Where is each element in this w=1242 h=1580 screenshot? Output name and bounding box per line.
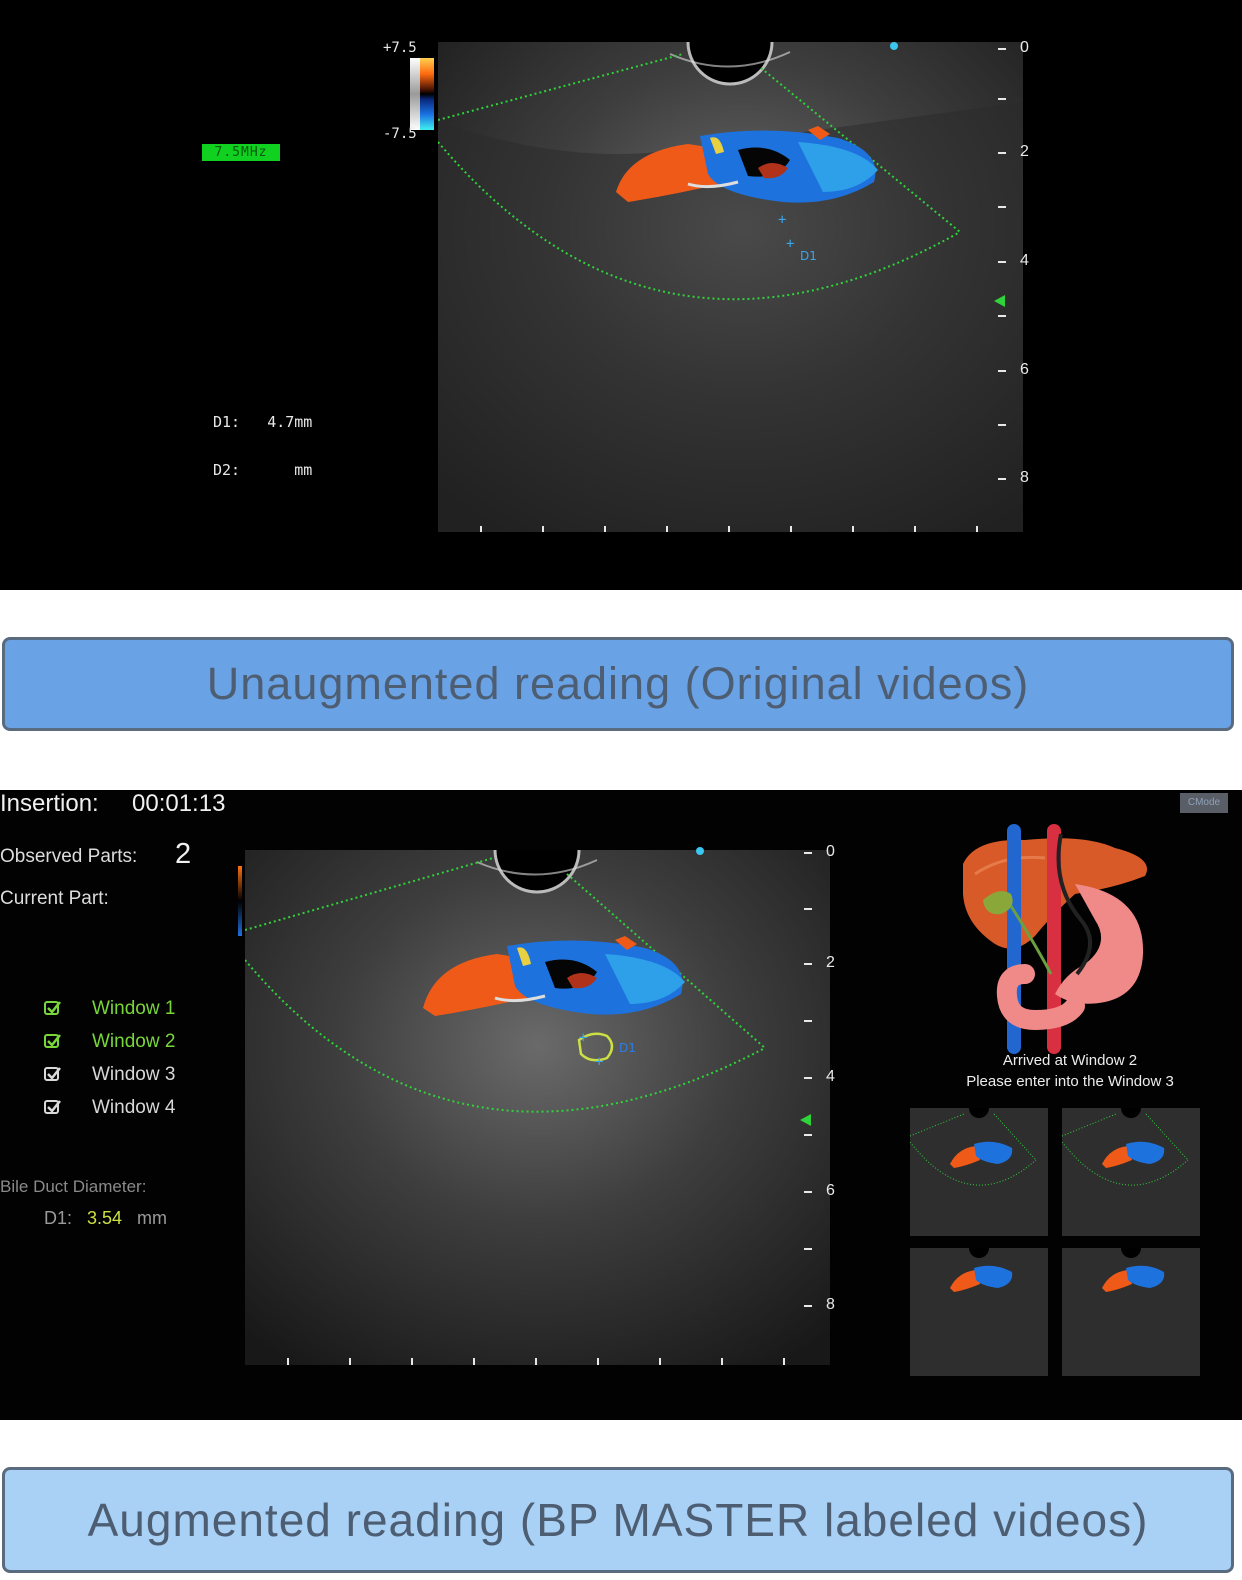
depth-tick	[998, 315, 1006, 317]
window-thumbnail-1[interactable]	[910, 1108, 1048, 1236]
insertion-time: 00:01:13	[132, 790, 226, 817]
depth-tick	[804, 1077, 812, 1079]
depth-tick	[998, 48, 1006, 50]
bile-duct-label: Bile Duct Diameter:	[0, 1177, 147, 1196]
depth-tick	[998, 478, 1006, 480]
window-thumbnail-2[interactable]	[1062, 1108, 1200, 1236]
depth-tick	[998, 98, 1006, 100]
scale-max-label: +7.5	[383, 40, 417, 56]
svg-text:+: +	[786, 236, 794, 252]
status-dot-icon	[696, 847, 704, 855]
prompt-line-2: Please enter into the Window 3	[966, 1073, 1174, 1090]
insertion-label: Insertion:	[0, 790, 99, 817]
original-video-panel: + + D1 7.5MHz +7.5 -7.5 D1: 4.7mm D2: mm…	[0, 0, 1242, 590]
depth-tick	[804, 1134, 812, 1136]
check-square-icon	[44, 1100, 61, 1114]
prompt-line-1: Arrived at Window 2	[1002, 1052, 1138, 1069]
d1-unit: mm	[137, 1208, 167, 1228]
d1-label: D1:	[213, 413, 241, 431]
depth-label-4: 4	[826, 1068, 835, 1085]
depth-tick	[804, 1020, 812, 1022]
ultrasound-scan: + + D1	[245, 850, 830, 1365]
depth-tick	[804, 1305, 812, 1307]
focus-marker-icon	[994, 295, 1005, 307]
depth-tick	[804, 908, 812, 910]
ultrasound-scan: + + D1	[438, 42, 1023, 532]
augmented-video-panel: Insertion: 00:01:13 Observed Parts: 2 Cu…	[0, 790, 1242, 1420]
ultrasound-image: + + D1	[245, 850, 830, 1365]
unaugmented-caption: Unaugmented reading (Original videos)	[2, 637, 1234, 731]
depth-label-0: 0	[1020, 39, 1029, 56]
svg-text:+: +	[778, 212, 786, 228]
d2-label: D2:	[213, 461, 241, 479]
d1-label: D1:	[44, 1208, 73, 1228]
d2-value: mm	[294, 461, 313, 479]
depth-label-2: 2	[1020, 143, 1029, 160]
window-label: Window 1	[92, 998, 176, 1019]
window-thumbnail-4[interactable]	[1062, 1248, 1200, 1376]
window-label: Window 4	[92, 1097, 176, 1118]
window-label: Window 2	[92, 1031, 176, 1052]
depth-label-0: 0	[826, 843, 835, 860]
depth-label-8: 8	[826, 1296, 835, 1313]
depth-label-8: 8	[1020, 469, 1029, 486]
depth-tick	[804, 1191, 812, 1193]
svg-text:+: +	[595, 1054, 603, 1070]
marker-d1-label: D1	[619, 1041, 636, 1055]
augmented-caption: Augmented reading (BP MASTER labeled vid…	[2, 1467, 1234, 1573]
window-thumbnail-3[interactable]	[910, 1248, 1048, 1376]
depth-tick	[804, 963, 812, 965]
current-part-label: Current Part:	[0, 888, 109, 909]
color-scale-bar	[238, 866, 242, 936]
svg-text:+: +	[579, 1030, 587, 1046]
measurement-readout: D1: 4.7mm D2: mm	[213, 382, 312, 510]
d1-value: 3.54	[87, 1208, 123, 1228]
depth-tick	[998, 424, 1006, 426]
frequency-badge: 7.5MHz	[202, 144, 280, 161]
depth-label-2: 2	[826, 954, 835, 971]
depth-label-4: 4	[1020, 252, 1029, 269]
depth-tick	[998, 370, 1006, 372]
marker-d1-label: D1	[800, 249, 817, 263]
observed-parts-label: Observed Parts:	[0, 846, 138, 867]
depth-tick	[998, 261, 1006, 263]
observed-parts-count: 2	[175, 838, 192, 870]
depth-tick	[804, 852, 812, 854]
d1-value: 4.7mm	[267, 413, 313, 431]
check-square-icon	[44, 1001, 61, 1015]
gray-scale-bar	[410, 58, 420, 130]
status-dot-icon	[890, 42, 898, 50]
focus-marker-icon	[800, 1114, 811, 1126]
check-square-icon	[44, 1067, 61, 1081]
ultrasound-image: + + D1	[438, 42, 1023, 532]
depth-tick	[998, 152, 1006, 154]
depth-label-6: 6	[826, 1182, 835, 1199]
depth-tick	[804, 1248, 812, 1250]
window-label: Window 3	[92, 1064, 176, 1085]
check-square-icon	[44, 1034, 61, 1048]
depth-label-6: 6	[1020, 361, 1029, 378]
mode-badge[interactable]: CMode	[1180, 793, 1228, 813]
depth-tick	[998, 206, 1006, 208]
liver-stomach-anatomy-icon	[963, 824, 1147, 1054]
scale-min-label: -7.5	[383, 126, 417, 142]
